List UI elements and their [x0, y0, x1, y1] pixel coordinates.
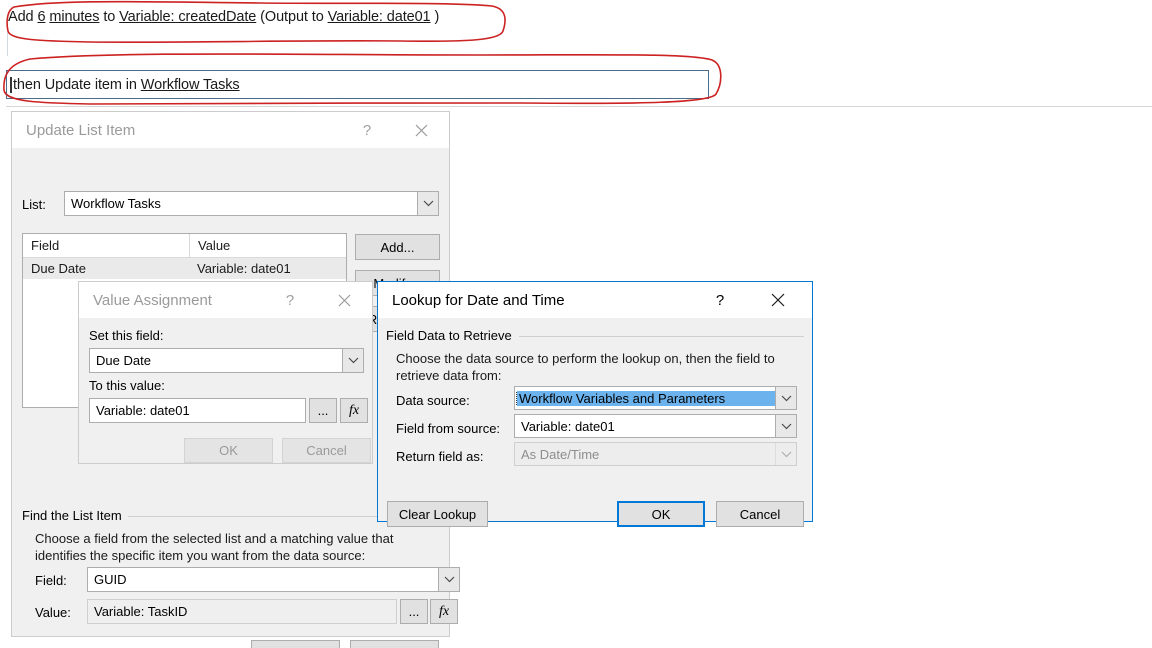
list-combobox-value: Workflow Tasks [71, 196, 161, 211]
grid-header-row: Field Value [23, 234, 346, 258]
chevron-down-icon[interactable] [775, 387, 796, 409]
workflow-step-update-item-box[interactable]: then Update item in Workflow Tasks [6, 70, 709, 99]
grid-cell-field: Due Date [31, 261, 86, 276]
chevron-down-icon[interactable] [417, 192, 438, 215]
return-field-as-value: As Date/Time [521, 446, 600, 462]
add-button[interactable]: Add... [355, 234, 440, 260]
red-ellipse-annotation-1 [0, 0, 520, 50]
field-from-source-value: Variable: date01 [521, 418, 615, 434]
field-data-to-retrieve-group: Field Data to Retrieve Choose the data s… [386, 328, 804, 488]
set-this-field-combobox[interactable]: Due Date [89, 348, 364, 373]
wf-link-source-variable[interactable]: Variable: createdDate [119, 9, 256, 25]
find-field-label: Field: [35, 573, 67, 588]
help-icon[interactable]: ? [347, 112, 387, 148]
update-list-item-titlebar: Update List Item ? [12, 112, 449, 148]
find-value-label: Value: [35, 605, 71, 620]
to-this-value-input[interactable]: Variable: date01 [89, 398, 306, 423]
lookup-title: Lookup for Date and Time [392, 291, 565, 309]
chevron-down-icon [775, 443, 796, 465]
chevron-down-icon[interactable] [342, 349, 363, 372]
find-list-item-description: Choose a field from the selected list an… [35, 530, 435, 564]
to-this-value-label: To this value: [89, 378, 165, 393]
lookup-titlebar: Lookup for Date and Time ? [378, 282, 812, 318]
find-value-fx-button[interactable]: fx [430, 599, 458, 624]
lookup-for-date-and-time-dialog: Lookup for Date and Time ? Field Data to… [377, 281, 813, 527]
ok-button[interactable]: OK [617, 501, 705, 527]
workflow-divider [6, 106, 1152, 107]
help-icon[interactable]: ? [270, 282, 310, 318]
chevron-down-icon[interactable] [438, 568, 459, 591]
list-label: List: [22, 197, 46, 212]
find-field-value: GUID [94, 572, 127, 587]
update-list-item-title: Update List Item [26, 121, 136, 139]
close-icon[interactable] [401, 112, 441, 148]
text-caret [10, 77, 12, 93]
wf-link-workflow-tasks[interactable]: Workflow Tasks [141, 77, 240, 93]
set-this-field-value: Due Date [96, 353, 151, 368]
return-field-as-label: Return field as: [396, 449, 484, 464]
grid-header-value: Value [198, 238, 231, 253]
return-field-as-combobox: As Date/Time [514, 442, 797, 466]
find-value-ellipsis-button[interactable]: ... [400, 599, 428, 624]
to-this-value-fx-button[interactable]: fx [340, 398, 368, 423]
description-line-1: Choose a field from the selected list an… [35, 531, 394, 546]
find-list-item-legend: Find the List Item [22, 508, 128, 523]
data-source-label: Data source: [396, 393, 470, 408]
table-row[interactable]: Due Date Variable: date01 [23, 258, 346, 279]
list-combobox[interactable]: Workflow Tasks [64, 191, 439, 216]
description-line-1: Choose the data source to perform the lo… [396, 351, 775, 366]
data-source-value-wrap: Workflow Variables and Parameters [515, 390, 775, 406]
find-field-combobox[interactable]: GUID [87, 567, 460, 592]
to-this-value-ellipsis-button[interactable]: ... [309, 398, 337, 423]
wf-text-suffix: ) [430, 9, 440, 25]
clear-lookup-button[interactable]: Clear Lookup [387, 501, 488, 527]
set-this-field-label: Set this field: [89, 328, 164, 343]
cancel-button[interactable]: Cancel [350, 640, 439, 648]
cancel-button: Cancel [282, 438, 371, 463]
value-assignment-body: Set this field: Due Date To this value: … [79, 318, 372, 464]
lookup-body: Field Data to Retrieve Choose the data s… [378, 318, 812, 527]
wf-text-mid2: to [99, 9, 120, 25]
wf-text-mid3: (Output to [256, 9, 328, 25]
wf-link-unit[interactable]: minutes [49, 9, 99, 25]
value-assignment-titlebar: Value Assignment ? [79, 282, 372, 318]
chevron-down-icon[interactable] [775, 415, 796, 437]
close-icon[interactable] [758, 282, 798, 318]
cancel-button[interactable]: Cancel [716, 501, 804, 527]
help-icon[interactable]: ? [700, 282, 740, 318]
field-from-source-combobox[interactable]: Variable: date01 [514, 414, 797, 438]
value-assignment-dialog: Value Assignment ? Set this field: Due D… [78, 281, 373, 464]
group-divider [519, 336, 804, 337]
field-from-source-label: Field from source: [396, 421, 501, 436]
workflow-step-update-item[interactable]: then Update item in Workflow Tasks [13, 77, 240, 93]
screen-root: Add 6 minutes to Variable: createdDate (… [0, 0, 1152, 648]
find-list-item-group: Find the List Item Choose a field from t… [22, 508, 460, 628]
workflow-gutter-line [7, 30, 8, 56]
ok-button[interactable]: OK [251, 640, 340, 648]
field-data-to-retrieve-legend: Field Data to Retrieve [386, 328, 518, 343]
lookup-description: Choose the data source to perform the lo… [396, 350, 796, 384]
close-icon[interactable] [324, 282, 364, 318]
value-assignment-title: Value Assignment [93, 291, 212, 309]
wf-text-then-update: then Update item in [13, 77, 141, 93]
wf-link-output-variable[interactable]: Variable: date01 [328, 9, 431, 25]
data-source-selected-value: Workflow Variables and Parameters [516, 390, 775, 406]
workflow-step-add-time[interactable]: Add 6 minutes to Variable: createdDate (… [8, 9, 439, 25]
wf-text-prefix: Add [8, 9, 38, 25]
data-source-combobox[interactable]: Workflow Variables and Parameters [514, 386, 797, 410]
description-line-2: identifies the specific item you want fr… [35, 548, 366, 563]
ok-button: OK [184, 438, 273, 463]
grid-header-field: Field [23, 234, 190, 257]
find-value-input[interactable]: Variable: TaskID [87, 599, 397, 624]
grid-cell-value: Variable: date01 [197, 261, 291, 276]
description-line-2: retrieve data from: [396, 368, 502, 383]
